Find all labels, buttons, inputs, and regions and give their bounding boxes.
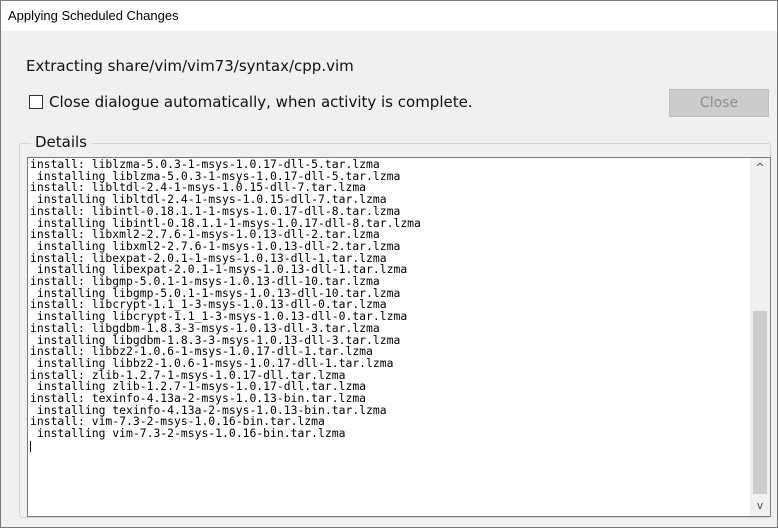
dialog-window: Applying Scheduled Changes Extracting sh… — [0, 0, 778, 528]
auto-close-checkbox[interactable] — [29, 95, 43, 109]
log-scrollbar[interactable]: ^ v — [750, 158, 770, 516]
window-title: Applying Scheduled Changes — [1, 1, 777, 31]
scroll-down-icon[interactable]: v — [750, 496, 770, 516]
log-line: installing vim-7.3-2-msys-1.0.16-bin.tar… — [30, 426, 346, 441]
auto-close-label[interactable]: Close dialogue automatically, when activ… — [49, 93, 473, 111]
text-caret — [30, 440, 31, 452]
log-caret-line — [30, 440, 748, 452]
status-text: Extracting share/vim/vim73/syntax/cpp.vi… — [26, 57, 354, 75]
log-text[interactable]: install: liblzma-5.0.3-1-msys-1.0.17-dll… — [30, 159, 748, 515]
scroll-up-icon[interactable]: ^ — [750, 158, 770, 178]
details-label: Details — [31, 133, 92, 151]
auto-close-option[interactable]: Close dialogue automatically, when activ… — [29, 93, 473, 111]
close-button[interactable]: Close — [669, 89, 769, 117]
scrollbar-thumb[interactable] — [753, 311, 767, 494]
details-log[interactable]: install: liblzma-5.0.3-1-msys-1.0.17-dll… — [27, 157, 771, 517]
